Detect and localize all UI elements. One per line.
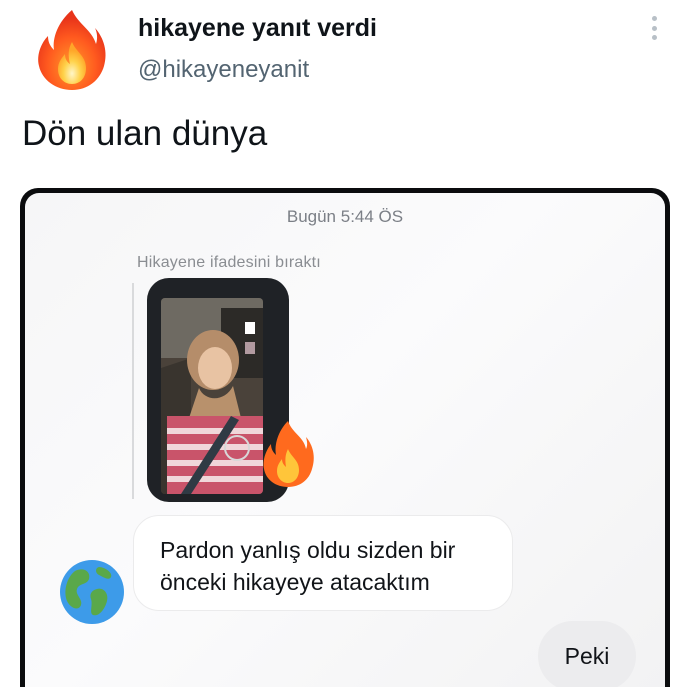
tweet: hikayene yanıt verdi @hikayeneyanit Dön … [0,0,690,687]
incoming-message-line: Pardon yanlış oldu sizden bir [160,537,456,563]
more-vertical-icon[interactable] [644,14,664,42]
earth-globe-icon[interactable] [59,559,125,625]
more-dot [651,16,657,21]
fire-emoji-icon [260,419,316,489]
fire-icon[interactable] [34,8,110,92]
author-name[interactable]: hikayene yanıt verdi [138,14,377,43]
incoming-message-bubble[interactable]: Pardon yanlış oldu sizden bir önceki hik… [133,515,513,611]
more-dot [651,25,657,31]
chat-timestamp: Bugün 5:44 ÖS [286,207,404,226]
author-handle[interactable]: @hikayeneyanit [138,56,309,84]
chat-screenshot: Bugün 5:44 ÖS Hikayene ifadesini bıraktı [25,193,665,687]
more-dot [651,35,657,40]
story-photo [161,298,263,494]
outgoing-message-bubble[interactable]: Peki [538,621,636,687]
tweet-text: Dön ulan dünya [22,114,268,153]
tweet-media-image[interactable]: Bugün 5:44 ÖS Hikayene ifadesini bıraktı [20,188,670,687]
story-reply-label: Hikayene ifadesini bıraktı [137,254,321,271]
quote-divider [132,283,134,499]
outgoing-message-text: Peki [564,642,610,669]
incoming-message-line: önceki hikayeye atacaktım [160,569,430,595]
